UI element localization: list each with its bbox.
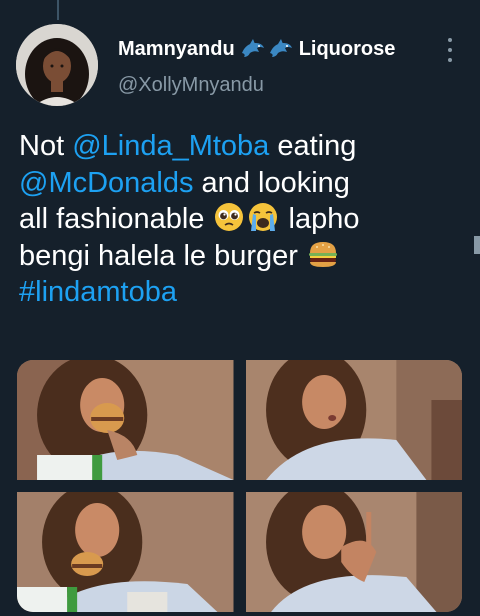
more-options-icon[interactable] [444,38,456,62]
loudly-crying-face-emoji [246,201,280,233]
avatar[interactable] [16,24,98,106]
dolphin-emoji [240,37,266,61]
text-segment: all fashionable [19,203,213,235]
dolphin-emoji [268,37,294,61]
mention-link-linda-mtoba[interactable]: @Linda_Mtoba [72,130,269,162]
text-segment: Not [19,130,73,162]
author-name-part2: Liquorose [298,37,396,60]
pleading-face-emoji [212,201,246,233]
tweet-text-line-3: all fashionable lapho [19,201,469,238]
tweet-text: Not @Linda_Mtoba eating @McDonalds and l… [19,128,469,311]
media-grid [17,360,462,612]
tweet-text-line-5: #lindamtoba [19,274,469,311]
scrollbar-thumb[interactable] [474,236,480,254]
hashtag-link-lindamtoba[interactable]: #lindamtoba [19,276,177,308]
photo-licking-finger[interactable] [245,492,462,612]
mention-link-mcdonalds[interactable]: @McDonalds [19,167,194,199]
photo-holding-burger[interactable] [17,492,234,612]
tweet-text-line-4: bengi halela le burger [19,238,469,275]
text-segment: eating [269,130,357,162]
author-name-part1: Mamnyandu [118,37,235,60]
text-segment: lapho [280,203,360,235]
avatar-image [16,24,98,106]
thread-connector-line [57,0,59,20]
text-segment: bengi halela le burger [19,239,306,272]
author-handle[interactable]: @XollyMnyandu [118,74,264,97]
hamburger-emoji [306,238,340,270]
author-name[interactable]: Mamnyandu Liquorose [118,36,395,62]
tweet-text-line-2: @McDonalds and looking [19,165,469,202]
tweet-text-line-1: Not @Linda_Mtoba eating [19,128,469,165]
photo-eating-burger[interactable] [17,360,234,480]
photo-looking-down[interactable] [245,360,462,480]
text-segment: and looking [193,166,350,199]
